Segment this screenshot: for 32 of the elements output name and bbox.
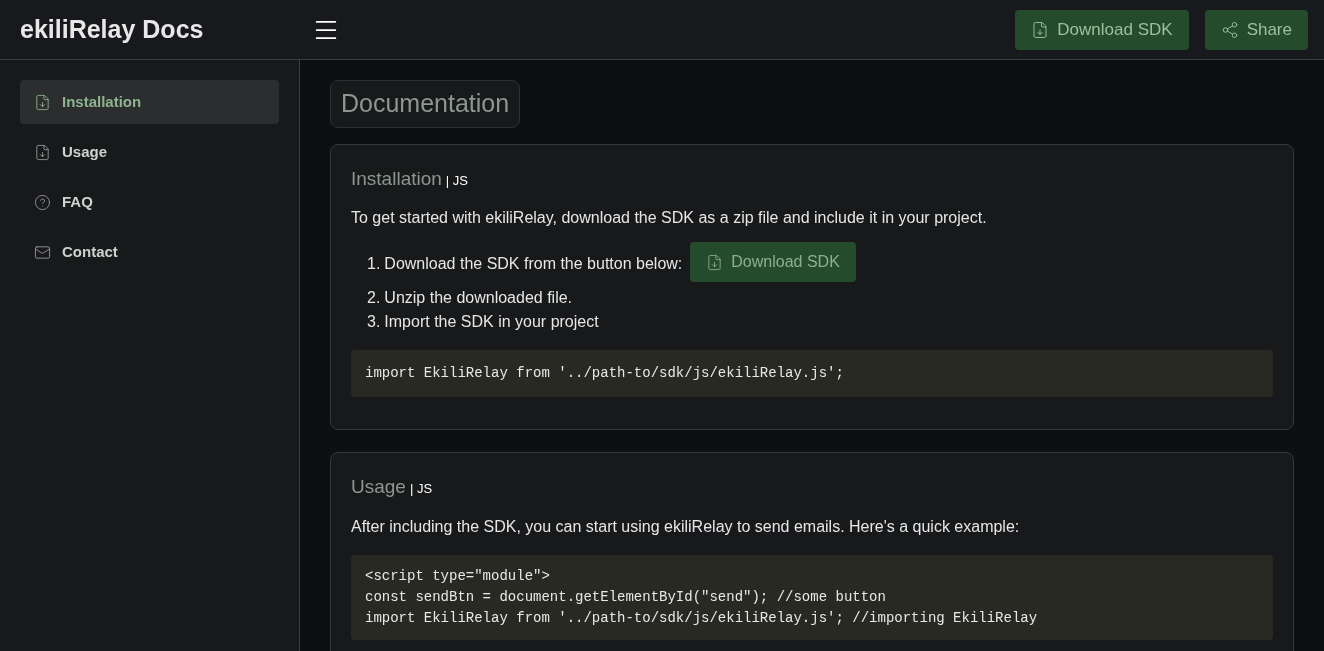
- mail-icon: [34, 243, 51, 261]
- sidebar-item[interactable]: Usage: [20, 130, 279, 174]
- file-download-icon: [1031, 20, 1050, 39]
- step-number: 1.: [367, 254, 381, 274]
- download-button[interactable]: Download SDK: [690, 242, 856, 282]
- code-line: import EkiliRelay from '../path-to/sdk/js/ekiliRelay.js';: [365, 364, 844, 383]
- file-download-icon: [34, 93, 51, 111]
- file-download-icon: [34, 143, 51, 161]
- section-title: Installation: [351, 166, 442, 191]
- download-button[interactable]: Download SDK: [1015, 9, 1189, 50]
- language-tag: | JS: [409, 479, 433, 499]
- step-number: 3.: [367, 312, 381, 332]
- step-text: Import the SDK in your project: [384, 312, 599, 332]
- intro-text: After including the SDK, you can start using ekiliRelay to send emails. Here's a quick example:: [351, 516, 1021, 537]
- code-line: <script type="module">: [365, 566, 550, 586]
- sidebar-item[interactable]: Contact: [20, 230, 279, 274]
- help-icon: [34, 193, 51, 211]
- step-text: Unzip the downloaded file.: [384, 288, 573, 308]
- language-tag: | JS: [445, 170, 468, 190]
- step-text: Download the SDK from the button below:: [384, 254, 683, 274]
- sidebar-item[interactable]: FAQ: [20, 180, 279, 224]
- code-line: import EkiliRelay from '../path-to/sdk/js/ekiliRelay.js'; //importing EkiliRelay: [365, 608, 1038, 628]
- file-download-icon: [706, 253, 724, 271]
- code-line: const sendBtn = document.getElementById("send"); //some button: [365, 587, 886, 607]
- intro-text: To get started with ekiliRelay, download the SDK as a zip file and include it in your project.: [351, 208, 988, 228]
- share-icon: [1220, 20, 1239, 39]
- step-number: 2.: [367, 288, 381, 308]
- site-title: ekiliRelay Docs: [20, 13, 205, 45]
- share-button[interactable]: Share: [1204, 9, 1308, 50]
- page-title: Documentation: [330, 80, 521, 128]
- sidebar-item[interactable]: Installation: [20, 80, 279, 124]
- section-title: Usage: [351, 475, 406, 499]
